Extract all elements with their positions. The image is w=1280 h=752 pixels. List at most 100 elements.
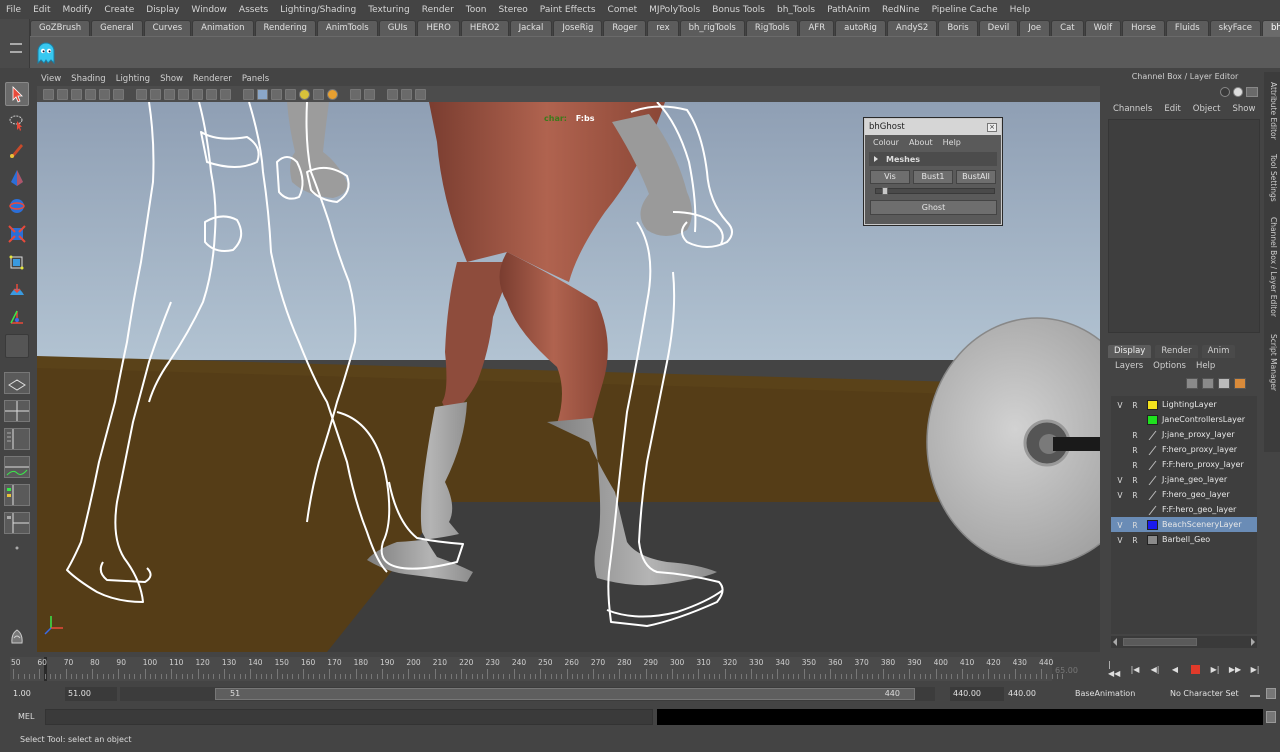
channel-box-layer-editor-toggle-icon[interactable] xyxy=(1233,87,1243,97)
current-frame-field[interactable]: 65.00 xyxy=(1055,664,1103,677)
layer-color-swatch[interactable] xyxy=(1147,399,1158,410)
x-ray-icon[interactable] xyxy=(364,88,375,100)
layer-row[interactable]: R J:jane_proxy_layer xyxy=(1111,427,1257,442)
shelf-tab-rex[interactable]: rex xyxy=(647,20,679,36)
range-slider-bar[interactable]: 51 440 xyxy=(215,688,915,700)
grease-pencil-icon[interactable] xyxy=(99,88,110,100)
layer-reference-toggle[interactable]: R xyxy=(1129,459,1141,471)
shadows-icon[interactable] xyxy=(313,88,324,100)
isolate-select-icon[interactable] xyxy=(350,88,361,100)
go-to-end-icon[interactable]: ▶| xyxy=(1248,663,1262,675)
menu-pipeline-cache[interactable]: Pipeline Cache xyxy=(932,5,998,15)
shelf-tab-horse[interactable]: Horse xyxy=(1122,20,1165,36)
universal-manipulator-icon[interactable] xyxy=(5,250,29,274)
menu-help[interactable]: Help xyxy=(1010,5,1031,15)
layer-tab-render[interactable]: Render xyxy=(1155,345,1198,358)
shelf-tab-cat[interactable]: Cat xyxy=(1051,20,1084,36)
sculpt-tool-icon[interactable] xyxy=(5,624,29,648)
script-editor-icon[interactable] xyxy=(1266,711,1276,723)
vis-button[interactable]: Vis xyxy=(870,170,910,184)
viewport-menu-lighting[interactable]: Lighting xyxy=(116,74,150,84)
layer-color-swatch[interactable] xyxy=(1147,445,1158,455)
stop-icon[interactable] xyxy=(1188,663,1202,675)
channel-box-menu-object[interactable]: Object xyxy=(1193,104,1221,116)
character-set-dropdown[interactable]: No Character Set xyxy=(1167,687,1249,701)
layer-row[interactable]: R F:F:hero_proxy_layer xyxy=(1111,457,1257,472)
menu-edit[interactable]: Edit xyxy=(33,5,50,15)
shelf-tab-jackal[interactable]: Jackal xyxy=(509,20,553,36)
ghost-slider[interactable] xyxy=(875,187,995,195)
bhghost-menu-help[interactable]: Help xyxy=(943,138,961,149)
scroll-left-arrow-icon[interactable] xyxy=(1113,638,1117,646)
step-forward-key-icon[interactable]: ▶▶ xyxy=(1228,663,1242,675)
persp-outliner-layout-icon[interactable] xyxy=(4,428,30,450)
layer-color-swatch[interactable] xyxy=(1147,414,1158,425)
shelf-tab-general[interactable]: General xyxy=(91,20,143,36)
side-tab-channel-box[interactable]: Channel Box / Layer Editor xyxy=(1266,217,1278,317)
animation-start-field[interactable]: 1.00 xyxy=(10,687,60,701)
menu-stereo[interactable]: Stereo xyxy=(498,5,527,15)
shelf-tab-curves[interactable]: Curves xyxy=(143,20,192,36)
viewport-menu-view[interactable]: View xyxy=(41,74,61,84)
create-empty-layer-icon[interactable] xyxy=(1218,378,1230,389)
layer-visibility-toggle[interactable] xyxy=(1114,429,1126,441)
side-tab-attribute-editor[interactable]: Attribute Editor xyxy=(1266,82,1278,140)
layer-color-swatch[interactable] xyxy=(1147,534,1158,545)
viewport-menu-panels[interactable]: Panels xyxy=(242,74,269,84)
shelf-tab-gozbrush[interactable]: GoZBrush xyxy=(30,20,91,36)
viewport-menu-shading[interactable]: Shading xyxy=(71,74,106,84)
channel-box-visibility-icon[interactable] xyxy=(1220,87,1230,97)
layer-row[interactable]: V R F:hero_geo_layer xyxy=(1111,487,1257,502)
layer-tab-display[interactable]: Display xyxy=(1108,345,1152,358)
shelf-tab-rendering[interactable]: Rendering xyxy=(254,20,316,36)
menu-rednine[interactable]: RedNine xyxy=(882,5,920,15)
bhghost-menu-about[interactable]: About xyxy=(909,138,933,149)
paint-select-tool-icon[interactable] xyxy=(5,138,29,162)
layer-reference-toggle[interactable]: R xyxy=(1129,474,1141,486)
menu-assets[interactable]: Assets xyxy=(239,5,268,15)
lasso-tool-icon[interactable] xyxy=(5,110,29,134)
layer-row[interactable]: V R J:jane_geo_layer xyxy=(1111,472,1257,487)
channel-box-area[interactable] xyxy=(1108,119,1260,333)
menu-paint-effects[interactable]: Paint Effects xyxy=(540,5,596,15)
layer-row[interactable]: F:F:hero_geo_layer xyxy=(1111,502,1257,517)
layer-color-swatch[interactable] xyxy=(1147,460,1158,470)
layer-menu-help[interactable]: Help xyxy=(1196,361,1215,373)
persp-graph-layout-icon[interactable] xyxy=(4,456,30,478)
layer-scroll-thumb[interactable] xyxy=(1123,638,1197,646)
layer-tab-anim[interactable]: Anim xyxy=(1201,345,1236,358)
layer-visibility-toggle[interactable]: V xyxy=(1114,489,1126,501)
select-tool-icon[interactable] xyxy=(5,82,29,106)
auto-key-icon[interactable] xyxy=(1250,689,1260,697)
layer-visibility-toggle[interactable] xyxy=(1114,504,1126,516)
textured-icon[interactable] xyxy=(285,88,296,100)
time-slider[interactable]: 50 60 70 80 90 100 110 120 130 140 150 160 170 180 190… xyxy=(10,657,1064,681)
menu-lighting-shading[interactable]: Lighting/Shading xyxy=(280,5,356,15)
select-camera-icon[interactable] xyxy=(43,88,54,100)
go-to-start-icon[interactable]: |◀◀ xyxy=(1108,660,1122,678)
menu-display[interactable]: Display xyxy=(146,5,179,15)
move-layer-down-icon[interactable] xyxy=(1202,378,1214,389)
soft-modification-icon[interactable] xyxy=(5,278,29,302)
shelf-tab-roger[interactable]: Roger xyxy=(603,20,647,36)
safe-title-icon[interactable] xyxy=(220,88,231,100)
ghost-slider-handle[interactable] xyxy=(882,187,888,195)
command-input[interactable] xyxy=(45,709,653,725)
shelf-tab-devil[interactable]: Devil xyxy=(978,20,1019,36)
hardware-fog-icon[interactable] xyxy=(415,88,426,100)
range-slider-track[interactable]: 51 440 xyxy=(120,687,935,701)
layer-color-swatch[interactable] xyxy=(1147,490,1158,500)
menu-create[interactable]: Create xyxy=(104,5,134,15)
layer-row[interactable]: V R LightingLayer xyxy=(1111,397,1257,412)
viewport-menu-show[interactable]: Show xyxy=(160,74,183,84)
menu-pathanim[interactable]: PathAnim xyxy=(827,5,870,15)
wireframe-on-shaded-icon[interactable] xyxy=(271,88,282,100)
layer-reference-toggle[interactable]: R xyxy=(1129,519,1141,531)
scroll-right-arrow-icon[interactable] xyxy=(1251,638,1255,646)
shelf-tab-andys2[interactable]: AndyS2 xyxy=(886,20,938,36)
layer-reference-toggle[interactable]: R xyxy=(1129,444,1141,456)
channel-box-menu-edit[interactable]: Edit xyxy=(1164,104,1180,116)
camera-attributes-icon[interactable] xyxy=(57,88,68,100)
image-plane-icon[interactable] xyxy=(85,88,96,100)
layer-color-swatch[interactable] xyxy=(1147,475,1158,485)
